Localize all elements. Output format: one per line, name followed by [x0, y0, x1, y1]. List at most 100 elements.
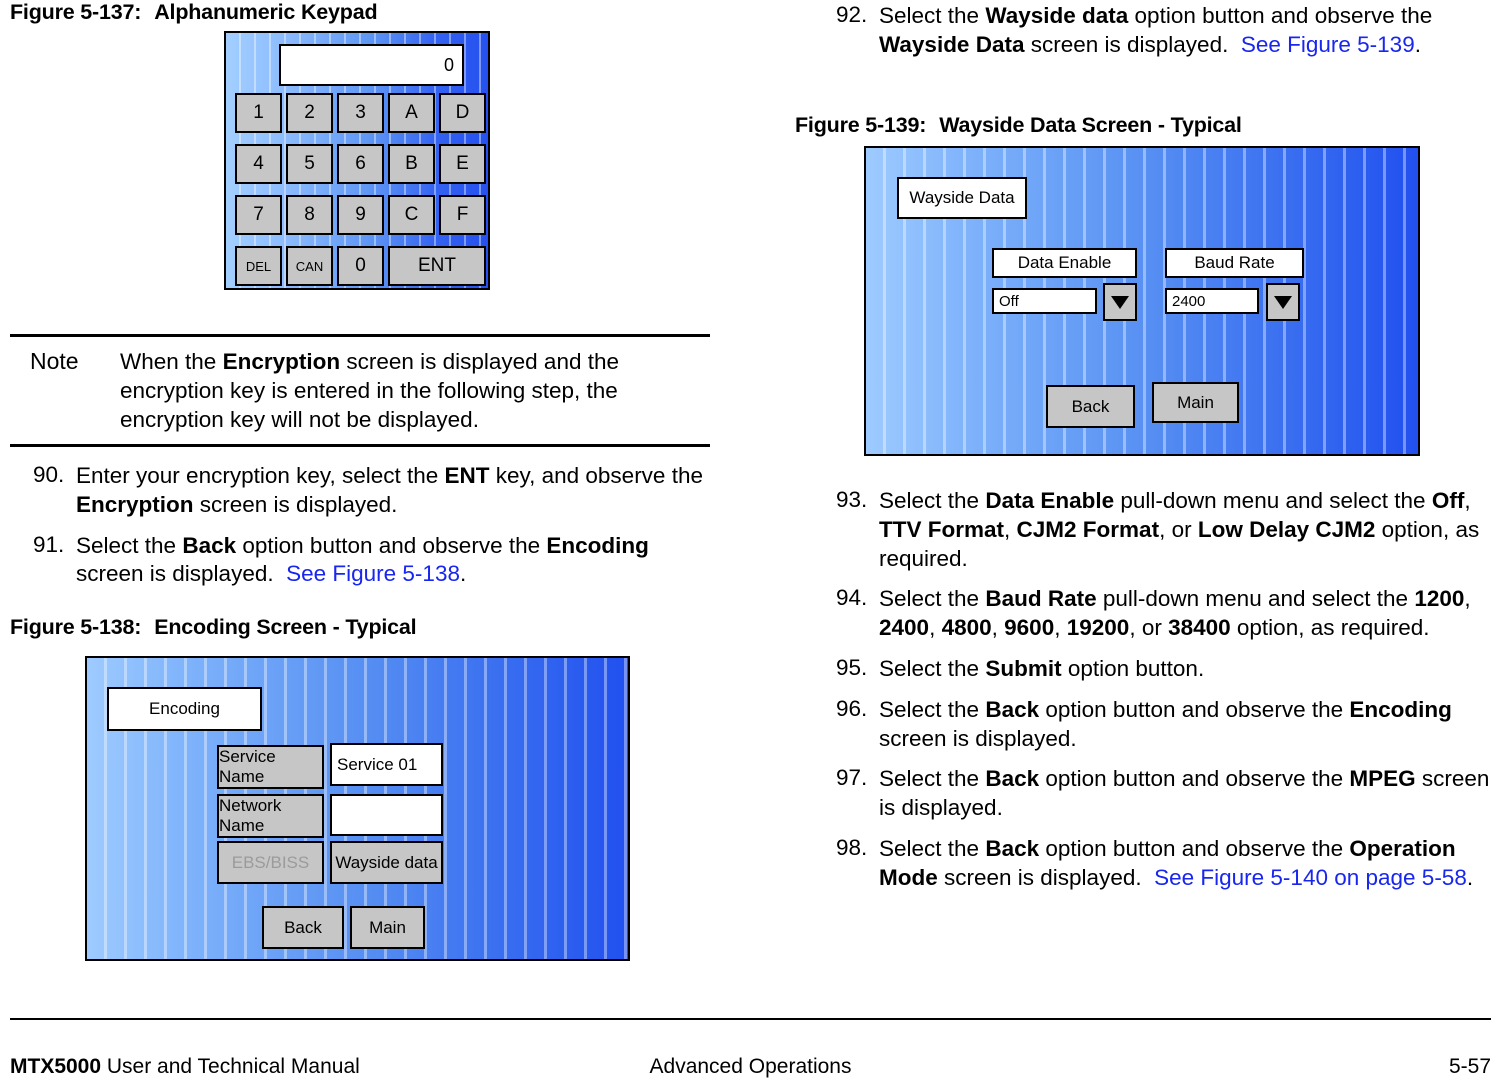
footer-divider [10, 1018, 1491, 1020]
keypad-key-4[interactable]: 4 [235, 144, 282, 184]
data-enable-label: Data Enable [992, 248, 1137, 278]
encoding-screen: Encoding Service Name Service 01 Network… [85, 656, 630, 961]
encoding-title-box: Encoding [107, 687, 262, 731]
keypad-key-f[interactable]: F [439, 195, 486, 235]
data-enable-value-field[interactable]: Off [992, 288, 1097, 314]
note-rule-bottom [10, 444, 710, 448]
keypad-key-0[interactable]: 0 [337, 246, 384, 286]
wayside-data-button[interactable]: Wayside data [330, 841, 443, 884]
keypad-key-d[interactable]: D [439, 93, 486, 133]
data-enable-value: Off [999, 292, 1019, 310]
keypad-key-c[interactable]: C [388, 195, 435, 235]
chevron-down-icon [1111, 295, 1129, 309]
figure-5-139-caption: Figure 5-139: Wayside Data Screen - Typic… [795, 113, 1242, 138]
step-text: Select the Back option button and observ… [879, 766, 1490, 821]
step-list-right-head: 92. Select the Wayside data option button… [813, 2, 1501, 72]
baud-rate-label-text: Baud Rate [1194, 253, 1275, 272]
step-item: 93. Select the Data Enable pull-down menu… [813, 487, 1501, 573]
step-number: 95. [836, 654, 868, 680]
step-item: 97. Select the Back option button and obs… [813, 765, 1501, 823]
note-block: Note When the Encryption screen is displ… [10, 334, 710, 448]
step-text: Select the Baud Rate pull-down menu and … [879, 586, 1471, 641]
keypad-key-9[interactable]: 9 [337, 195, 384, 235]
manual-page: Figure 5-137: Alphanumeric Keypad 0 1 2 3… [0, 0, 1501, 1091]
figure-5-139-title: Wayside Data Screen - Typical [939, 113, 1242, 137]
footer-page-number: 5-57 [1448, 1055, 1491, 1078]
step-text: Select the Submit option button. [879, 655, 1205, 681]
note-text: When the Encryption screen is displayed … [120, 349, 619, 432]
step-item: 96. Select the Back option button and obs… [813, 696, 1501, 754]
encoding-back-button[interactable]: Back [262, 906, 344, 949]
baud-rate-label: Baud Rate [1165, 248, 1304, 278]
keypad-key-5[interactable]: 5 [286, 144, 333, 184]
step-text: Select the Back option button and observ… [879, 835, 1474, 890]
step-number: 97. [836, 765, 868, 791]
data-enable-dropdown-button[interactable] [1103, 283, 1137, 321]
figure-5-137-number: Figure 5-137: [10, 0, 142, 24]
figure-5-138-caption: Figure 5-138: Encoding Screen - Typical [10, 615, 417, 640]
keypad-key-can[interactable]: CAN [286, 246, 333, 286]
step-text: Enter your encryption key, select the EN… [76, 463, 703, 517]
left-column: Figure 5-137: Alphanumeric Keypad 0 1 2 3… [0, 0, 750, 1005]
keypad-display-field[interactable]: 0 [279, 44, 464, 86]
keypad-key-a[interactable]: A [388, 93, 435, 133]
page-footer: MTX5000 User and Technical Manual Advanc… [10, 1055, 1491, 1081]
keypad-key-1[interactable]: 1 [235, 93, 282, 133]
keypad-key-e[interactable]: E [439, 144, 486, 184]
baud-rate-dropdown-button[interactable] [1266, 283, 1300, 321]
step-text: Select the Back option button and observ… [76, 532, 649, 587]
alphanumeric-keypad-screen: 0 1 2 3 A D 4 5 6 B E 7 8 9 C F DEL CAN … [224, 31, 490, 290]
network-name-button[interactable]: Network Name [217, 794, 324, 838]
figure-5-138-number: Figure 5-138: [10, 615, 142, 639]
step-list-left: 90. Enter your encryption key, select the… [10, 462, 710, 601]
data-enable-label-text: Data Enable [1017, 253, 1112, 272]
step-item: 91. Select the Back option button and obs… [10, 532, 710, 590]
figure-5-137-title: Alphanumeric Keypad [154, 0, 378, 24]
step-text: Select the Data Enable pull-down menu an… [879, 488, 1480, 571]
step-item: 98. Select the Back option button and obs… [813, 835, 1501, 893]
wayside-back-button[interactable]: Back [1046, 385, 1135, 428]
service-name-field[interactable]: Service 01 [330, 743, 443, 786]
keypad-key-del[interactable]: DEL [235, 246, 282, 286]
figure-5-137-caption: Figure 5-137: Alphanumeric Keypad [10, 0, 378, 25]
keypad-display-value: 0 [443, 54, 454, 75]
figure-5-139-number: Figure 5-139: [795, 113, 927, 137]
wayside-main-button[interactable]: Main [1152, 382, 1239, 423]
baud-rate-value-field[interactable]: 2400 [1165, 288, 1259, 314]
ebs-biss-button: EBS/BISS [217, 841, 324, 884]
keypad-key-ent[interactable]: ENT [388, 246, 486, 286]
step-number: 92. [836, 2, 868, 27]
step-number: 94. [836, 585, 868, 611]
step-number: 91. [33, 531, 65, 557]
service-name-value: Service 01 [337, 754, 418, 774]
note-label: Note [30, 348, 79, 374]
keypad-key-8[interactable]: 8 [286, 195, 333, 235]
network-name-field[interactable] [330, 794, 443, 836]
keypad-key-6[interactable]: 6 [337, 144, 384, 184]
footer-section: Advanced Operations [649, 1055, 852, 1078]
right-column: 92. Select the Wayside data option button… [790, 0, 1501, 1005]
step-item: 92. Select the Wayside data option button… [813, 2, 1501, 60]
keypad-key-2[interactable]: 2 [286, 93, 333, 133]
keypad-key-7[interactable]: 7 [235, 195, 282, 235]
step-number: 93. [836, 487, 868, 512]
wayside-title-box: Wayside Data [897, 177, 1027, 219]
step-item: 90. Enter your encryption key, select the… [10, 462, 710, 520]
step-list-right-body: 93. Select the Data Enable pull-down menu… [813, 487, 1501, 905]
chevron-down-icon [1274, 295, 1292, 309]
step-number: 96. [836, 695, 868, 721]
service-name-button[interactable]: Service Name [217, 745, 324, 789]
encoding-title-text: Encoding [149, 699, 220, 718]
encoding-main-button[interactable]: Main [350, 906, 425, 949]
figure-5-138-title: Encoding Screen - Typical [154, 615, 417, 639]
keypad-key-b[interactable]: B [388, 144, 435, 184]
baud-rate-value: 2400 [1172, 292, 1206, 310]
keypad-key-3[interactable]: 3 [337, 93, 384, 133]
wayside-title-text: Wayside Data [909, 188, 1015, 207]
step-number: 98. [836, 834, 868, 860]
wayside-data-screen: Wayside Data Data Enable Off Baud Rate 2… [864, 146, 1420, 456]
step-text: Select the Back option button and observ… [879, 696, 1452, 751]
step-item: 95. Select the Submit option button. [813, 655, 1501, 684]
step-text: Select the Wayside data option button an… [879, 3, 1433, 57]
step-item: 94. Select the Baud Rate pull-down menu a… [813, 585, 1501, 643]
